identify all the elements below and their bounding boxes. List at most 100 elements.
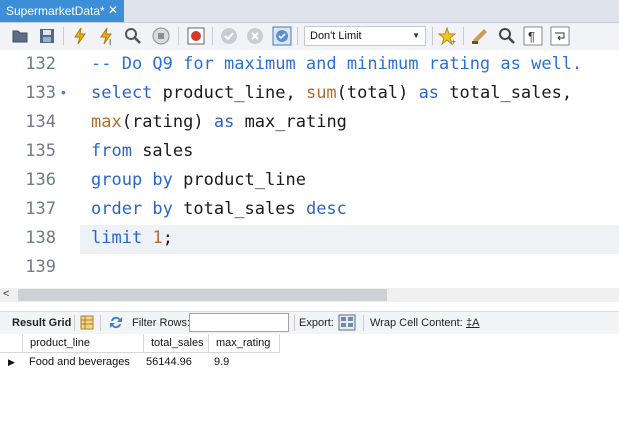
code-line: limit 1; (91, 228, 173, 248)
svg-text:+: + (451, 37, 456, 46)
row-indicator-icon[interactable]: ▶ (0, 353, 23, 372)
toolbar-separator (294, 315, 295, 331)
statement-marker: • (61, 84, 66, 100)
tab-bar: SupermarketData* ✕ (0, 0, 619, 23)
grid-view-icon[interactable] (80, 315, 94, 330)
toolbar-separator (100, 315, 101, 331)
table-cell[interactable]: 56144.96 (144, 353, 209, 372)
horizontal-scrollbar[interactable]: < (0, 288, 619, 302)
sql-keyword: from (91, 141, 132, 161)
limit-rows-select[interactable]: Don't Limit ▼ (304, 26, 426, 46)
toggle-error-icon[interactable] (186, 26, 206, 46)
result-grid-tab[interactable]: Result Grid (12, 317, 71, 329)
commit-icon[interactable] (219, 26, 239, 46)
scroll-left-arrow-icon[interactable]: < (3, 288, 9, 300)
sql-number: 1 (152, 228, 163, 248)
export-label: Export: (299, 317, 334, 329)
cell-value: Food and beverages (29, 356, 130, 368)
execute-icon[interactable] (70, 26, 90, 46)
column-header-total-sales[interactable]: total_sales (144, 334, 209, 353)
table-cell[interactable]: Food and beverages (23, 353, 144, 372)
autocommit-icon[interactable] (272, 26, 292, 46)
sql-function: sum (305, 83, 337, 103)
code-line: from sales (91, 141, 193, 161)
line-number: 136 (25, 170, 56, 190)
line-number: 135 (25, 141, 56, 161)
toolbar-separator (212, 27, 213, 45)
sql-keyword: select (91, 83, 153, 103)
column-header-product-line[interactable]: product_line (23, 334, 144, 353)
toolbar-separator (432, 27, 433, 45)
code-line: order by total_sales desc (91, 199, 347, 219)
svg-text:I: I (109, 38, 111, 46)
sql-text: ; (162, 228, 173, 248)
line-number: 137 (25, 199, 56, 219)
toolbar-separator (63, 27, 64, 45)
limit-rows-value: Don't Limit (310, 30, 362, 42)
open-folder-icon[interactable] (10, 26, 30, 46)
wrap-cell-content-label: Wrap Cell Content: (370, 317, 463, 329)
tab-title: SupermarketData* (6, 4, 105, 18)
sql-text: product_line (172, 170, 306, 190)
column-header-max-rating[interactable]: max_rating (209, 334, 280, 353)
scrollbar-thumb[interactable] (18, 289, 387, 301)
code-line: group by product_line (91, 170, 306, 190)
sql-keyword: limit (91, 228, 143, 248)
execute-current-icon[interactable]: I (96, 26, 116, 46)
line-number: 132 (25, 54, 56, 74)
sql-text: total_sales, (439, 83, 573, 103)
sql-text: sales (131, 141, 194, 161)
sql-comment: -- Do Q9 for maximum and minimum rating … (91, 54, 583, 74)
line-number: 133 (25, 83, 56, 103)
column-header-label: product_line (30, 337, 90, 349)
refresh-icon[interactable] (108, 315, 124, 330)
toolbar-separator (463, 27, 464, 45)
toolbar-separator (363, 315, 364, 331)
find-icon[interactable] (497, 26, 517, 46)
sql-keyword: as (418, 83, 440, 103)
svg-text:¶: ¶ (528, 29, 535, 44)
filter-rows-input[interactable] (189, 313, 289, 332)
column-header-label: max_rating (216, 337, 271, 349)
result-grid: product_line total_sales max_rating ▶ Fo… (0, 334, 619, 432)
wrap-cell-content-icon[interactable]: ‡A (466, 317, 479, 329)
bookmark-star-icon[interactable]: + (438, 26, 458, 46)
rollback-icon[interactable] (245, 26, 265, 46)
export-icon[interactable] (338, 314, 356, 331)
toolbar-separator (178, 27, 179, 45)
invisible-chars-icon[interactable]: ¶ (523, 26, 543, 46)
row-header-corner (0, 334, 23, 353)
beautify-icon[interactable] (470, 26, 490, 46)
sql-text: product_line, (152, 83, 306, 103)
sql-editor[interactable]: 132 133 • 134 135 136 137 138 139 -- Do … (0, 50, 619, 288)
line-number: 139 (25, 257, 56, 277)
cell-value: 56144.96 (146, 356, 192, 368)
line-number: 134 (25, 112, 56, 132)
close-icon[interactable]: ✕ (108, 3, 118, 17)
sql-keyword: order by (91, 199, 173, 219)
sql-text: total_sales (172, 199, 306, 219)
code-line: select product_line, sum(total) as total… (91, 83, 572, 103)
sql-text: (total) (336, 83, 419, 103)
editor-toolbar: I Don't Limit ▼ + ¶ (0, 23, 619, 51)
code-line: -- Do Q9 for maximum and minimum rating … (91, 54, 582, 74)
code-line: max(rating) as max_rating (91, 112, 347, 132)
save-icon[interactable] (37, 26, 57, 46)
sql-function: max (91, 112, 122, 132)
chevron-down-icon: ▼ (412, 31, 420, 40)
line-number: 138 (25, 228, 56, 248)
sql-keyword: as (213, 112, 235, 132)
stop-icon[interactable] (151, 26, 171, 46)
toolbar-separator (297, 27, 298, 45)
result-toolbar: Result Grid Filter Rows: Export: Wrap Ce… (0, 311, 619, 335)
explain-icon[interactable] (123, 26, 143, 46)
tab-supermarketdata[interactable]: SupermarketData* ✕ (0, 0, 124, 22)
wrap-icon[interactable] (550, 26, 570, 46)
sql-keyword: group by (91, 170, 173, 190)
toolbar-separator (74, 315, 75, 331)
sql-text: max_rating (234, 112, 347, 132)
sql-text: (rating) (121, 112, 214, 132)
table-cell[interactable]: 9.9 (209, 353, 280, 372)
column-header-label: total_sales (151, 337, 204, 349)
filter-rows-label: Filter Rows: (132, 317, 191, 329)
